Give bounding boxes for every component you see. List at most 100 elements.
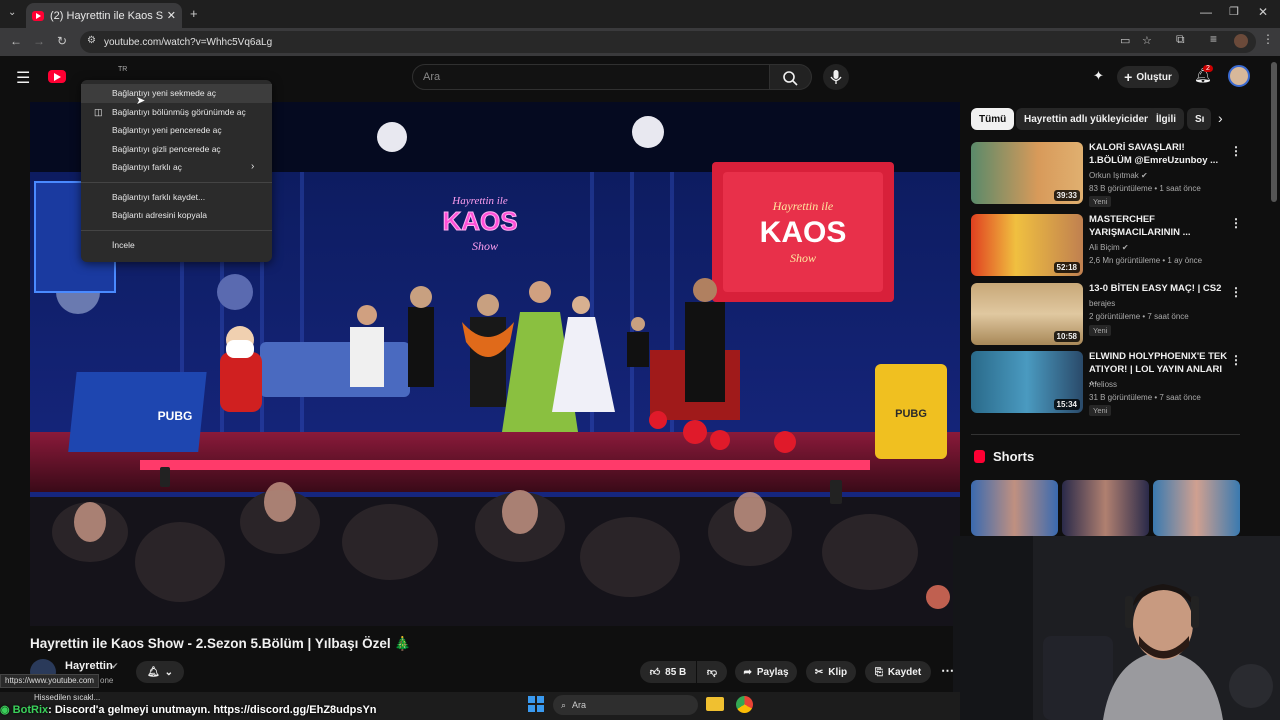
ctx-open-incognito[interactable]: Bağlantıyı gizli pencerede aç: [81, 140, 272, 159]
new-tab-icon[interactable]: +: [190, 6, 198, 21]
chip-more[interactable]: Sı: [1187, 108, 1211, 130]
close-tab-icon[interactable]: ✕: [167, 9, 176, 22]
chevron-right-icon: ›: [251, 161, 255, 172]
channel-name[interactable]: Hayrettin: [65, 660, 113, 672]
thumbs-down-icon: 👎︎: [706, 667, 718, 678]
windows-start-icon[interactable]: [528, 696, 544, 712]
recommended-video[interactable]: 52:18 MASTERCHEF YARIŞMACILARININ ... Al…: [971, 214, 1242, 278]
ctx-copy-link-address[interactable]: Bağlantı adresini kopyala: [81, 206, 272, 225]
ctx-divider: [81, 181, 272, 183]
taskbar-search[interactable]: ⌕ Ara: [553, 695, 698, 715]
chip-from-uploader[interactable]: Hayrettin adlı yükleyiciden: [1016, 108, 1159, 130]
reload-icon[interactable]: ↻: [57, 34, 67, 48]
profile-avatar[interactable]: [1234, 34, 1248, 48]
short-thumbnail[interactable]: [1153, 480, 1240, 536]
recommended-video[interactable]: 10:58 13-0 BİTEN EASY MAÇ! | CS2 berajes…: [971, 283, 1242, 347]
create-label: Oluştur: [1136, 71, 1172, 83]
plus-icon: +: [1124, 69, 1133, 85]
short-thumbnail[interactable]: [1062, 480, 1149, 536]
video-meta: 83 B görüntüleme • 1 saat önce: [1089, 184, 1201, 193]
chips-next-icon[interactable]: ›: [1218, 110, 1223, 126]
cast-icon[interactable]: ▭: [1120, 34, 1130, 47]
premium-icon[interactable]: ✦: [1093, 68, 1104, 84]
ctx-open-as[interactable]: Bağlantıyı farklı aç ›: [81, 158, 272, 177]
status-url: https://www.youtube.com: [0, 674, 99, 688]
search-icon: [783, 71, 798, 86]
ctx-label: Bağlantı adresini kopyala: [112, 210, 207, 221]
shorts-heading: Shorts: [993, 449, 1035, 464]
forward-icon[interactable]: →: [33, 34, 45, 48]
mouse-cursor-icon: ➤: [136, 95, 146, 107]
video-channel: Afelioss: [1089, 380, 1118, 389]
back-icon[interactable]: ←: [10, 34, 22, 48]
share-button[interactable]: ➦ Paylaş: [735, 661, 797, 683]
ctx-inspect[interactable]: İncele: [81, 236, 272, 255]
browser-tab-bar: ⌄ (2) Hayrettin ile Kaos Show - 2.Se ✕ +…: [0, 0, 1280, 28]
video-meta: 2,6 Mn görüntüleme • 1 ay önce: [1089, 256, 1203, 265]
svg-text:Hayrettin ile: Hayrettin ile: [451, 195, 508, 207]
search-button[interactable]: [770, 64, 812, 90]
save-label: Kaydet: [887, 666, 922, 678]
ctx-label: Bağlantıyı farklı kaydet...: [112, 191, 206, 202]
short-thumbnail[interactable]: [971, 480, 1058, 536]
chrome-icon[interactable]: [736, 696, 753, 713]
recommended-video[interactable]: 39:33 KALORİ SAVAŞLARI! 1.BÖLÜM @EmreUzu…: [971, 142, 1242, 207]
bell-icon: 🔔︎: [146, 666, 160, 678]
more-options-icon[interactable]: ⋮: [1230, 216, 1242, 230]
maximize-icon[interactable]: ❐: [1229, 5, 1239, 18]
webcam-frame: [953, 536, 1280, 720]
reading-list-icon[interactable]: ≡: [1210, 32, 1217, 46]
file-explorer-icon[interactable]: [706, 697, 724, 711]
site-info-icon[interactable]: ⚙: [87, 35, 96, 46]
chat-message: : Discord'a gelmeyi unutmayın. https://d…: [48, 704, 377, 716]
ctx-open-split-view[interactable]: ◫ Bağlantıyı bölünmüş görünümde aç: [81, 103, 272, 122]
verified-icon: ✔: [111, 661, 119, 671]
tab-search-icon[interactable]: ⌄: [8, 7, 16, 18]
save-button[interactable]: ⎘ Kaydet: [865, 661, 931, 683]
dislike-button[interactable]: 👎︎: [697, 661, 727, 683]
logo-play-icon: [54, 73, 61, 81]
weather-widget[interactable]: Hissedilen sıcakl...: [4, 693, 100, 702]
like-button[interactable]: 👍︎ 85 B: [640, 661, 696, 683]
new-badge: Yeni: [1089, 405, 1112, 416]
create-button[interactable]: + Oluştur: [1117, 66, 1179, 88]
video-title: KALORİ SAVAŞLARI! 1.BÖLÜM @EmreUzunboy .…: [1089, 142, 1219, 166]
browser-menu-icon[interactable]: ⋮: [1262, 32, 1274, 46]
duration-badge: 52:18: [1053, 262, 1080, 273]
search-input[interactable]: Ara: [412, 64, 770, 90]
search-icon: ⌕: [561, 699, 567, 710]
search-placeholder: Ara: [423, 71, 441, 83]
chip-all[interactable]: Tümü: [971, 108, 1015, 130]
page-scrollbar[interactable]: [1271, 62, 1277, 202]
more-options-icon[interactable]: ⋮: [1230, 353, 1242, 367]
windows-taskbar: Hissedilen sıcakl... ◉ BotRix: Discord'a…: [0, 692, 960, 720]
address-bar[interactable]: ⚙ youtube.com/watch?v=Whhc5Vq6aLg ▭ ☆: [80, 31, 1256, 53]
extensions-icon[interactable]: ⧉: [1176, 32, 1185, 47]
taskbar-search-label: Ara: [572, 700, 587, 710]
ctx-open-new-tab[interactable]: Bağlantıyı yeni sekmede aç: [81, 84, 272, 103]
clip-button[interactable]: ✂ Klip: [806, 661, 856, 683]
more-options-icon[interactable]: ⋮: [1230, 285, 1242, 299]
account-avatar[interactable]: [1228, 65, 1250, 87]
more-options-icon[interactable]: ⋮: [1230, 144, 1242, 158]
ctx-open-new-window[interactable]: Bağlantıyı yeni pencerede aç: [81, 121, 272, 140]
url-text: youtube.com/watch?v=Whhc5Vq6aLg: [104, 36, 273, 48]
stage-sign-right: KAOS: [760, 216, 847, 249]
chat-overlay: ◉ BotRix: Discord'a gelmeyi unutmayın. h…: [0, 703, 420, 719]
close-window-icon[interactable]: ✕: [1258, 5, 1268, 19]
hamburger-menu-icon[interactable]: ☰: [16, 68, 30, 88]
bookmark-star-icon[interactable]: ☆: [1142, 34, 1152, 47]
subscription-bell-button[interactable]: 🔔︎ ⌄: [136, 661, 184, 683]
minimize-icon[interactable]: —: [1200, 5, 1212, 19]
chip-related[interactable]: İlgili: [1148, 108, 1184, 130]
recommended-video[interactable]: 15:34 ELWIND HOLYPHOENIX'E TEK ATIYOR! |…: [971, 351, 1242, 416]
video-title: MASTERCHEF YARIŞMACILARININ ...: [1089, 214, 1191, 238]
svg-text:Hayrettin ile: Hayrettin ile: [772, 199, 834, 213]
scissors-icon: ✂: [814, 666, 824, 678]
video-title: 13-0 BİTEN EASY MAÇ! | CS2: [1089, 283, 1222, 294]
ctx-save-link-as[interactable]: Bağlantıyı farklı kaydet...: [81, 188, 272, 207]
youtube-favicon-icon: [32, 10, 44, 21]
chat-user: BotRix: [12, 704, 49, 716]
voice-search-button[interactable]: [823, 64, 849, 90]
browser-tab[interactable]: (2) Hayrettin ile Kaos Show - 2.Se ✕: [26, 3, 182, 28]
